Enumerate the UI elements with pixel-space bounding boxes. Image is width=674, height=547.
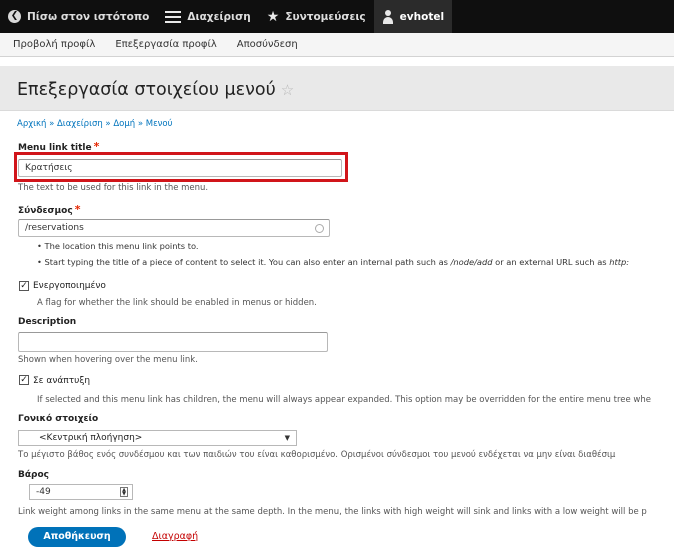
enabled-description: A flag for whether the link should be en…: [37, 298, 317, 308]
expanded-label[interactable]: Σε ανάπτυξη: [33, 376, 90, 386]
manage-menu-button[interactable]: Διαχείριση: [157, 0, 258, 33]
link-help-text-2b: or an external URL such as: [492, 257, 610, 267]
title-description: The text to be used for this link in the…: [18, 183, 209, 193]
link-help-bullet-1: • The location this menu link points to.: [37, 241, 199, 251]
parent-description: Το μέγιστο βάθος ενός συνδέσμου και των …: [18, 450, 616, 460]
view-profile-link[interactable]: Προβολή προφίλ: [13, 39, 95, 50]
highlight-box: [14, 152, 348, 182]
page-title-text: Επεξεργασία στοιχείου μενού: [17, 80, 276, 100]
expanded-description: If selected and this menu link has child…: [37, 395, 651, 405]
logout-link[interactable]: Αποσύνδεση: [237, 39, 298, 50]
weight-description: Link weight among links in the same menu…: [18, 507, 647, 517]
back-arrow-icon: ❮: [8, 10, 21, 23]
admin-toolbar: ❮ Πίσω στον ιστότοπο Διαχείριση ★ Συντομ…: [0, 0, 674, 33]
parent-select-value: <Κεντρική πλοήγηση>: [39, 433, 143, 443]
breadcrumb[interactable]: Αρχική » Διαχείριση » Δομή » Μενού: [17, 119, 173, 129]
page-header: Επεξεργασία στοιχείου μενού ☆: [0, 66, 674, 111]
link-input[interactable]: /reservations: [18, 219, 330, 237]
back-to-site-link[interactable]: ❮ Πίσω στον ιστότοπο: [0, 0, 157, 33]
shortcuts-label: Συντομεύσεις: [285, 10, 366, 23]
enabled-checkbox[interactable]: ✓: [19, 281, 29, 291]
star-icon: ★: [266, 8, 280, 25]
save-button[interactable]: Αποθήκευση: [28, 527, 126, 547]
user-label: evhotel: [399, 10, 445, 23]
description-input[interactable]: [18, 332, 328, 352]
edit-profile-link[interactable]: Επεξεργασία προφίλ: [115, 39, 216, 50]
link-field-label: Σύνδεσμος *: [18, 203, 80, 216]
weight-label: Βάρος: [18, 470, 50, 480]
user-tray: Προβολή προφίλ Επεξεργασία προφίλ Αποσύν…: [0, 33, 674, 57]
manage-label: Διαχείριση: [187, 10, 251, 23]
parent-select[interactable]: <Κεντρική πλοήγηση> ▼: [18, 430, 297, 446]
shortcuts-button[interactable]: ★ Συντομεύσεις: [259, 0, 374, 33]
weight-input[interactable]: -49 ▲ ▼: [29, 484, 133, 500]
link-help-path: /node/add: [450, 257, 493, 267]
link-help-bullet-2: • Start typing the title of a piece of c…: [37, 257, 630, 267]
hamburger-icon: [165, 10, 182, 23]
user-menu-button[interactable]: evhotel: [373, 0, 453, 33]
delete-link[interactable]: Διαγραφή: [152, 531, 198, 542]
chevron-down-icon: ▼: [284, 434, 290, 442]
page-title: Επεξεργασία στοιχείου μενού ☆: [17, 80, 294, 100]
spinner-icon[interactable]: ▲ ▼: [120, 487, 128, 497]
enabled-label[interactable]: Ενεργοποιημένο: [33, 281, 106, 291]
back-to-site-label: Πίσω στον ιστότοπο: [27, 10, 150, 23]
shortcut-star-icon[interactable]: ☆: [281, 81, 294, 99]
expanded-checkbox[interactable]: ✓: [19, 375, 29, 385]
link-help-text-2a: Start typing the title of a piece of con…: [44, 257, 451, 267]
parent-label: Γονικό στοιχείο: [18, 414, 99, 424]
link-input-value: /reservations: [25, 223, 84, 233]
description-help: Shown when hovering over the menu link.: [18, 355, 198, 365]
user-icon: [382, 9, 394, 24]
link-help-url: http:: [609, 257, 630, 267]
link-help-text-1: The location this menu link points to.: [44, 241, 199, 251]
link-label-text: Σύνδεσμος: [18, 206, 73, 216]
autocomplete-icon: [315, 224, 324, 233]
description-label: Description: [18, 317, 77, 327]
weight-value: -49: [36, 487, 51, 497]
required-marker: *: [74, 203, 81, 216]
